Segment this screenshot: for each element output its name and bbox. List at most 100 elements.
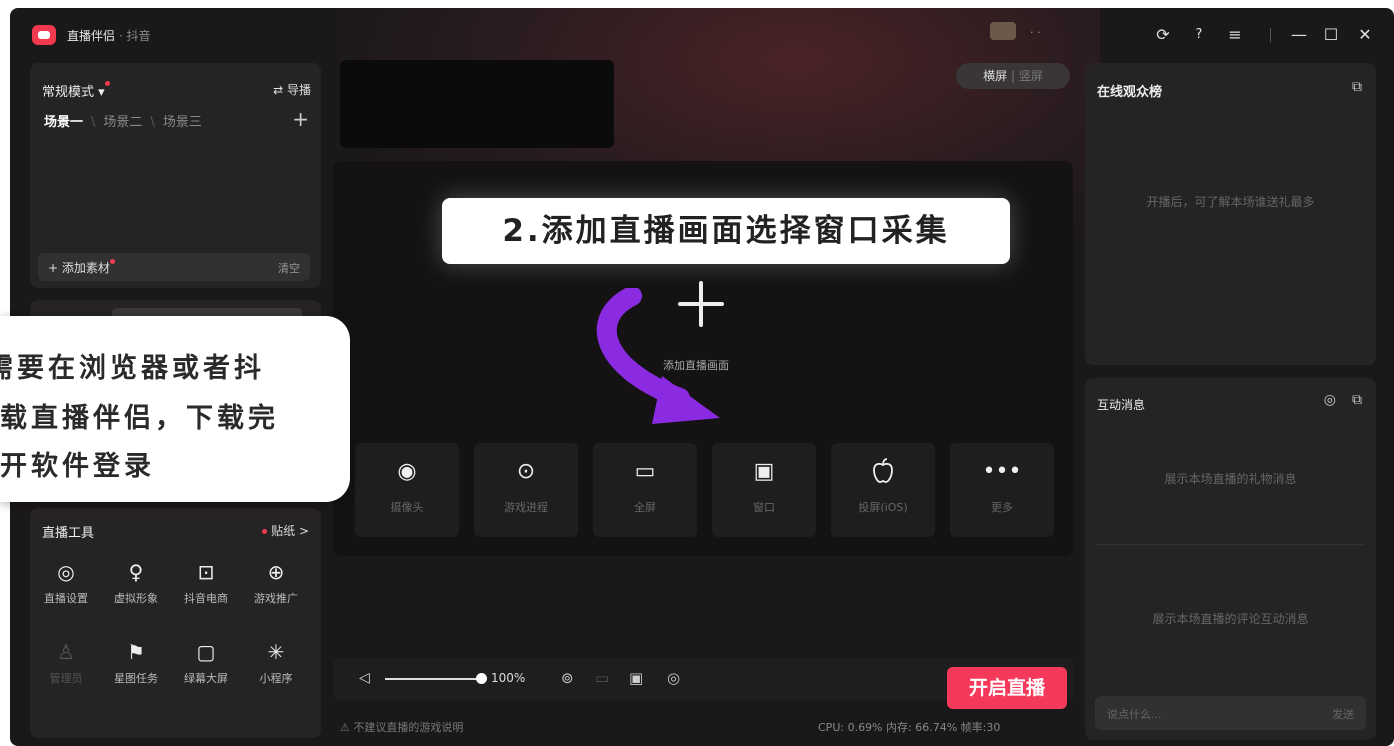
tab-scene-1[interactable]: 场景一	[44, 115, 83, 130]
clear-button[interactable]: 清空	[278, 260, 300, 276]
tool-label: 虚拟形象	[114, 592, 158, 605]
close-icon[interactable]: ✕	[1354, 24, 1376, 46]
settings-icon[interactable]: ◎	[667, 669, 680, 687]
tool-label: 绿幕大屏	[184, 672, 228, 685]
scene-separator: \	[150, 115, 155, 130]
source-label: 全屏	[634, 501, 656, 514]
admin-icon: ♙	[57, 640, 75, 664]
tool-label: 抖音电商	[184, 592, 228, 605]
chat-input[interactable]: 说点什么... 发送	[1095, 696, 1366, 730]
volume-icon[interactable]: ◁	[359, 670, 370, 686]
online-audience-rank-panel: 在线观众榜 ⧉ 开播后，可了解本场谁送礼最多	[1085, 63, 1376, 365]
source-label: 游戏进程	[504, 501, 548, 514]
tab-scene-2[interactable]: 场景二	[103, 115, 142, 130]
gift-empty-text: 展示本场直播的礼物消息	[1164, 472, 1297, 486]
tutorial-callout: 2.添加直播画面选择窗口采集	[442, 198, 1010, 264]
tool-label: 小程序	[259, 672, 293, 685]
user-name[interactable]: · ·	[1030, 26, 1120, 40]
app-logo-icon	[32, 25, 56, 45]
external-window-icon[interactable]: ⧉	[1352, 392, 1362, 408]
screen-icon: ▢	[196, 640, 216, 664]
gamepad-icon: ⊕	[267, 560, 285, 584]
rank-empty-text: 开播后，可了解本场谁送礼最多	[1146, 195, 1315, 209]
tool-admin[interactable]: ♙ 管理员	[34, 638, 98, 698]
tool-star-task[interactable]: ⚑ 星图任务	[104, 638, 168, 698]
monitor-icon: ▭	[634, 459, 656, 484]
source-more[interactable]: ••• 更多	[950, 443, 1054, 537]
interactive-messages-panel: 互动消息 ◎ ⧉ 展示本场直播的礼物消息 展示本场直播的评论互动消息 说点什么.…	[1085, 378, 1376, 740]
bubble-line-1: 需要在浏览器或者抖	[0, 353, 265, 384]
preview-thumbnail	[340, 60, 614, 148]
comment-empty-text: 展示本场直播的评论互动消息	[1152, 612, 1309, 626]
app-name: 直播伴侣	[67, 29, 116, 43]
add-material-button[interactable]: + 添加素材	[48, 259, 115, 276]
maximize-icon[interactable]: ☐	[1320, 24, 1342, 46]
tool-label: 管理员	[49, 672, 83, 685]
send-button[interactable]: 发送	[1332, 706, 1354, 722]
record-icon[interactable]: ▣	[629, 669, 643, 687]
volume-percent: 100%	[491, 671, 526, 685]
help-icon[interactable]: ?	[1188, 24, 1210, 46]
source-game-process[interactable]: ⊙ 游戏进程	[474, 443, 578, 537]
more-icon: •••	[982, 459, 1022, 484]
tools-title: 直播工具	[42, 526, 95, 541]
minimize-icon[interactable]: —	[1288, 24, 1310, 46]
tool-green-screen[interactable]: ▢ 绿幕大屏	[174, 638, 238, 698]
orientation-separator: |	[1010, 69, 1019, 83]
sticker-label: 贴纸 >	[271, 524, 309, 538]
sticker-link[interactable]: 贴纸 >	[262, 522, 309, 539]
live-tools-panel: 直播工具 贴纸 > ◎ 直播设置 ♀ 虚拟形象 ⊡ 抖音电商 ⊕ 游戏推广 ♙ 管理员 ⚑…	[30, 508, 321, 738]
user-avatar[interactable]	[990, 22, 1016, 40]
source-window[interactable]: ▣ 窗口	[712, 443, 816, 537]
tutorial-arrow-icon	[596, 288, 720, 424]
messages-title: 互动消息	[1097, 398, 1146, 412]
add-scene-button[interactable]: +	[292, 107, 309, 131]
source-fullscreen[interactable]: ▭ 全屏	[593, 443, 697, 537]
scene-tabs: 场景一 \ 场景二 \ 场景三	[44, 111, 202, 130]
tool-label: 游戏推广	[254, 592, 298, 605]
landscape-option[interactable]: 横屏	[983, 69, 1007, 83]
source-label: 摄像头	[390, 501, 424, 514]
headset-icon[interactable]: ⟳	[1152, 24, 1174, 46]
tool-virtual-avatar[interactable]: ♀ 虚拟形象	[104, 558, 168, 618]
messages-divider	[1097, 544, 1364, 545]
mode-badge	[104, 81, 110, 86]
miniapp-icon: ✳	[267, 640, 285, 664]
source-label: 窗口	[753, 501, 775, 514]
external-window-icon[interactable]: ⧉	[1352, 79, 1362, 95]
sticker-badge	[262, 529, 268, 534]
window-icon[interactable]: ▭	[595, 669, 609, 687]
tool-label: 直播设置	[44, 592, 88, 605]
start-live-button[interactable]: 开启直播	[947, 667, 1067, 709]
material-bar: + 添加素材 清空	[38, 253, 310, 281]
avatar-icon: ♀	[128, 560, 144, 584]
guide-button[interactable]: ⇄ 导播	[273, 81, 311, 98]
tool-mini-program[interactable]: ✳ 小程序	[244, 638, 308, 698]
camera-icon: ◉	[397, 459, 417, 484]
tool-ecommerce[interactable]: ⊡ 抖音电商	[174, 558, 238, 618]
game-process-icon: ⊙	[516, 459, 536, 484]
add-material-badge	[109, 259, 115, 264]
titlebar-divider	[1270, 28, 1271, 42]
source-ios-cast[interactable]: 投屏(iOS)	[831, 443, 935, 537]
volume-slider-knob[interactable]	[476, 673, 487, 684]
title-bar: 直播伴侣 · 抖音 · · ⟳ ? ≡ — ☐ ✕	[10, 8, 1394, 60]
volume-slider[interactable]	[385, 678, 485, 680]
tool-game-promotion[interactable]: ⊕ 游戏推广	[244, 558, 308, 618]
tool-live-settings[interactable]: ◎ 直播设置	[34, 558, 98, 618]
rank-title: 在线观众榜	[1097, 85, 1163, 100]
settings-icon[interactable]: ◎	[1324, 392, 1336, 408]
game-warning-link[interactable]: ⚠ 不建议直播的游戏说明	[340, 719, 463, 735]
portrait-option[interactable]: 竖屏	[1019, 69, 1043, 83]
chat-placeholder: 说点什么...	[1107, 708, 1162, 721]
app-subtitle: · 抖音	[115, 29, 151, 43]
source-label: 更多	[991, 501, 1013, 514]
source-camera[interactable]: ◉ 摄像头	[355, 443, 459, 537]
tab-scene-3[interactable]: 场景三	[163, 115, 202, 130]
orientation-toggle[interactable]: 横屏 | 竖屏	[956, 63, 1070, 89]
menu-icon[interactable]: ≡	[1224, 24, 1246, 46]
source-label: 投屏(iOS)	[858, 501, 908, 514]
mode-dropdown[interactable]: 常规模式 ▾	[42, 81, 110, 100]
star-task-icon: ⚑	[127, 640, 145, 664]
camera-switch-icon[interactable]: ⊚	[561, 669, 574, 687]
